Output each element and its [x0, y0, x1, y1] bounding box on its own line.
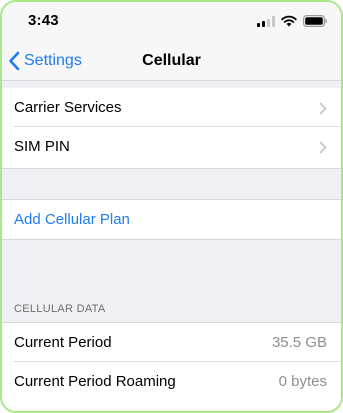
page-title: Cellular: [142, 52, 201, 69]
current-period-value: 35.5 GB: [271, 334, 327, 351]
carrier-services-row[interactable]: Carrier Services: [2, 88, 341, 127]
section-divider: [2, 168, 341, 169]
chevron-right-icon: [319, 141, 327, 154]
plan-section: Add Cellular Plan: [2, 200, 341, 239]
wifi-icon: [281, 15, 297, 27]
cellular-signal-icon: [257, 15, 275, 27]
cellular-data-header: CELLULAR DATA: [14, 303, 106, 315]
sim-pin-label: SIM PIN: [14, 138, 70, 155]
current-period-roaming-label: Current Period Roaming: [14, 373, 176, 390]
add-cellular-plan-row[interactable]: Add Cellular Plan: [2, 200, 341, 239]
current-period-row: Current Period 35.5 GB: [2, 323, 341, 362]
section-divider: [2, 239, 341, 240]
add-cellular-plan-link[interactable]: Add Cellular Plan: [14, 211, 130, 228]
navigation-bar: Settings Cellular: [2, 42, 341, 81]
current-period-label: Current Period: [14, 334, 112, 351]
phone-frame: 3:43 Settings Cellular Carrier Services …: [0, 0, 343, 413]
cellular-data-section: Current Period 35.5 GB Current Period Ro…: [2, 323, 341, 411]
carrier-section: Carrier Services SIM PIN: [2, 88, 341, 168]
sim-pin-row[interactable]: SIM PIN: [2, 127, 341, 168]
status-bar: 3:43: [2, 2, 341, 42]
current-period-roaming-value: 0 bytes: [278, 373, 327, 390]
current-period-roaming-row: Current Period Roaming 0 bytes: [2, 362, 341, 403]
chevron-right-icon: [319, 102, 327, 115]
battery-icon: [303, 15, 327, 27]
status-icons: [257, 14, 327, 28]
carrier-services-label: Carrier Services: [14, 99, 122, 116]
status-time: 3:43: [28, 12, 59, 29]
